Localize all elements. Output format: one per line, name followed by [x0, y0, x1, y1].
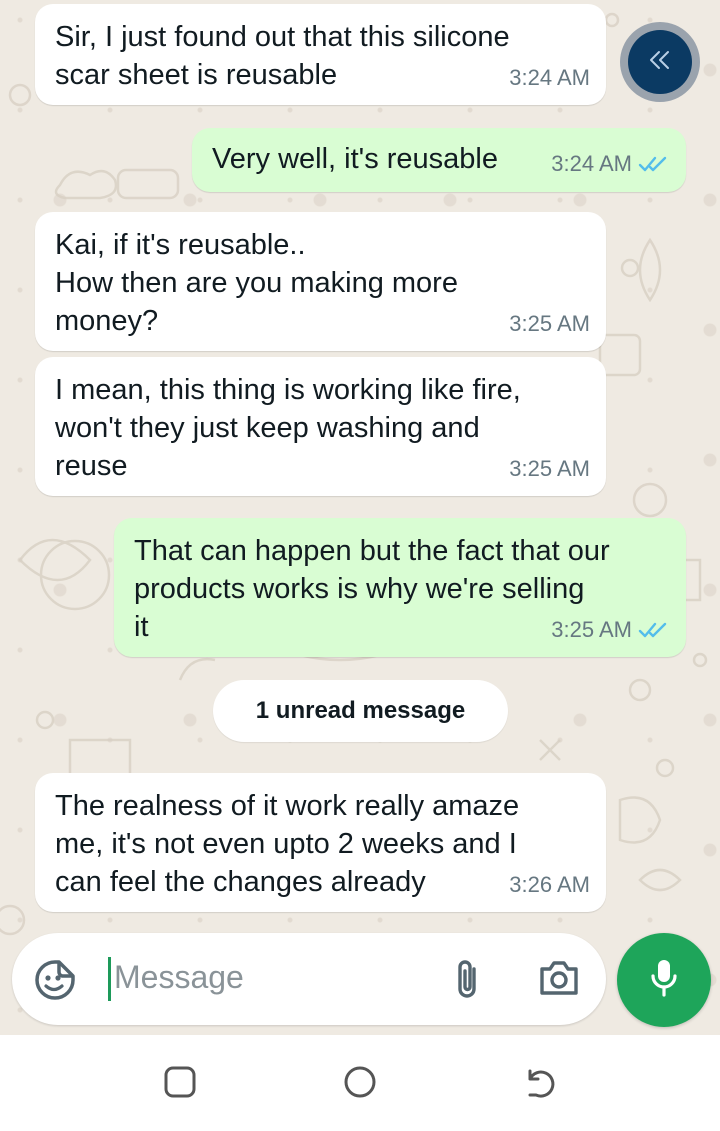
paperclip-icon[interactable]: [452, 957, 482, 1008]
message-meta: 3:24 AM: [509, 59, 590, 97]
message-meta: 3:26 AM: [509, 866, 590, 904]
message-text: Kai, if it's reusable.. How then are you…: [55, 229, 458, 337]
message-time: 3:24 AM: [551, 151, 632, 176]
message-time: 3:25 AM: [551, 617, 632, 642]
message-text: Sir, I just found out that this silicone…: [55, 21, 510, 91]
message-bubble-incoming[interactable]: Kai, if it's reusable.. How then are you…: [35, 212, 606, 351]
message-bubble-incoming[interactable]: I mean, this thing is working like fire,…: [35, 357, 606, 496]
double-check-read-icon: [638, 621, 668, 639]
unread-messages-divider: 1 unread message: [213, 680, 508, 742]
message-bubble-incoming[interactable]: The realness of it work really amaze me,…: [35, 773, 606, 912]
message-time: 3:24 AM: [509, 65, 590, 90]
camera-icon[interactable]: [538, 959, 580, 1002]
message-time: 3:26 AM: [509, 872, 590, 897]
sticker-smiley-icon[interactable]: [34, 959, 76, 1006]
message-text: I mean, this thing is working like fire,…: [55, 374, 521, 482]
text-cursor: [108, 957, 111, 1001]
chat-area[interactable]: Sir, I just found out that this silicone…: [0, 0, 720, 1035]
message-time: 3:25 AM: [509, 311, 590, 336]
message-time: 3:25 AM: [509, 456, 590, 481]
message-meta: 3:24 AM: [551, 145, 668, 183]
message-meta: 3:25 AM: [509, 305, 590, 343]
message-bubble-incoming[interactable]: Sir, I just found out that this silicone…: [35, 4, 606, 105]
message-bubble-outgoing[interactable]: Very well, it's reusable 3:24 AM: [192, 128, 686, 192]
microphone-icon: [649, 958, 679, 1003]
system-navigation-bar: [0, 1035, 720, 1131]
message-bubble-outgoing[interactable]: That can happen but the fact that our pr…: [114, 518, 686, 657]
message-composer[interactable]: Message: [12, 933, 606, 1025]
message-input[interactable]: Message: [114, 959, 244, 996]
voice-record-button[interactable]: [617, 933, 711, 1027]
home-circle-icon[interactable]: [343, 1065, 377, 1104]
message-meta: 3:25 AM: [551, 611, 668, 649]
message-meta: 3:25 AM: [509, 450, 590, 488]
message-text: The realness of it work really amaze me,…: [55, 790, 520, 898]
double-chevron-left-icon: [647, 49, 673, 76]
scroll-to-bottom-button[interactable]: [620, 22, 700, 102]
back-arrow-icon[interactable]: [522, 1065, 556, 1104]
scroll-button-inner: [628, 30, 692, 94]
double-check-read-icon: [638, 155, 668, 173]
recents-square-icon[interactable]: [163, 1065, 197, 1104]
